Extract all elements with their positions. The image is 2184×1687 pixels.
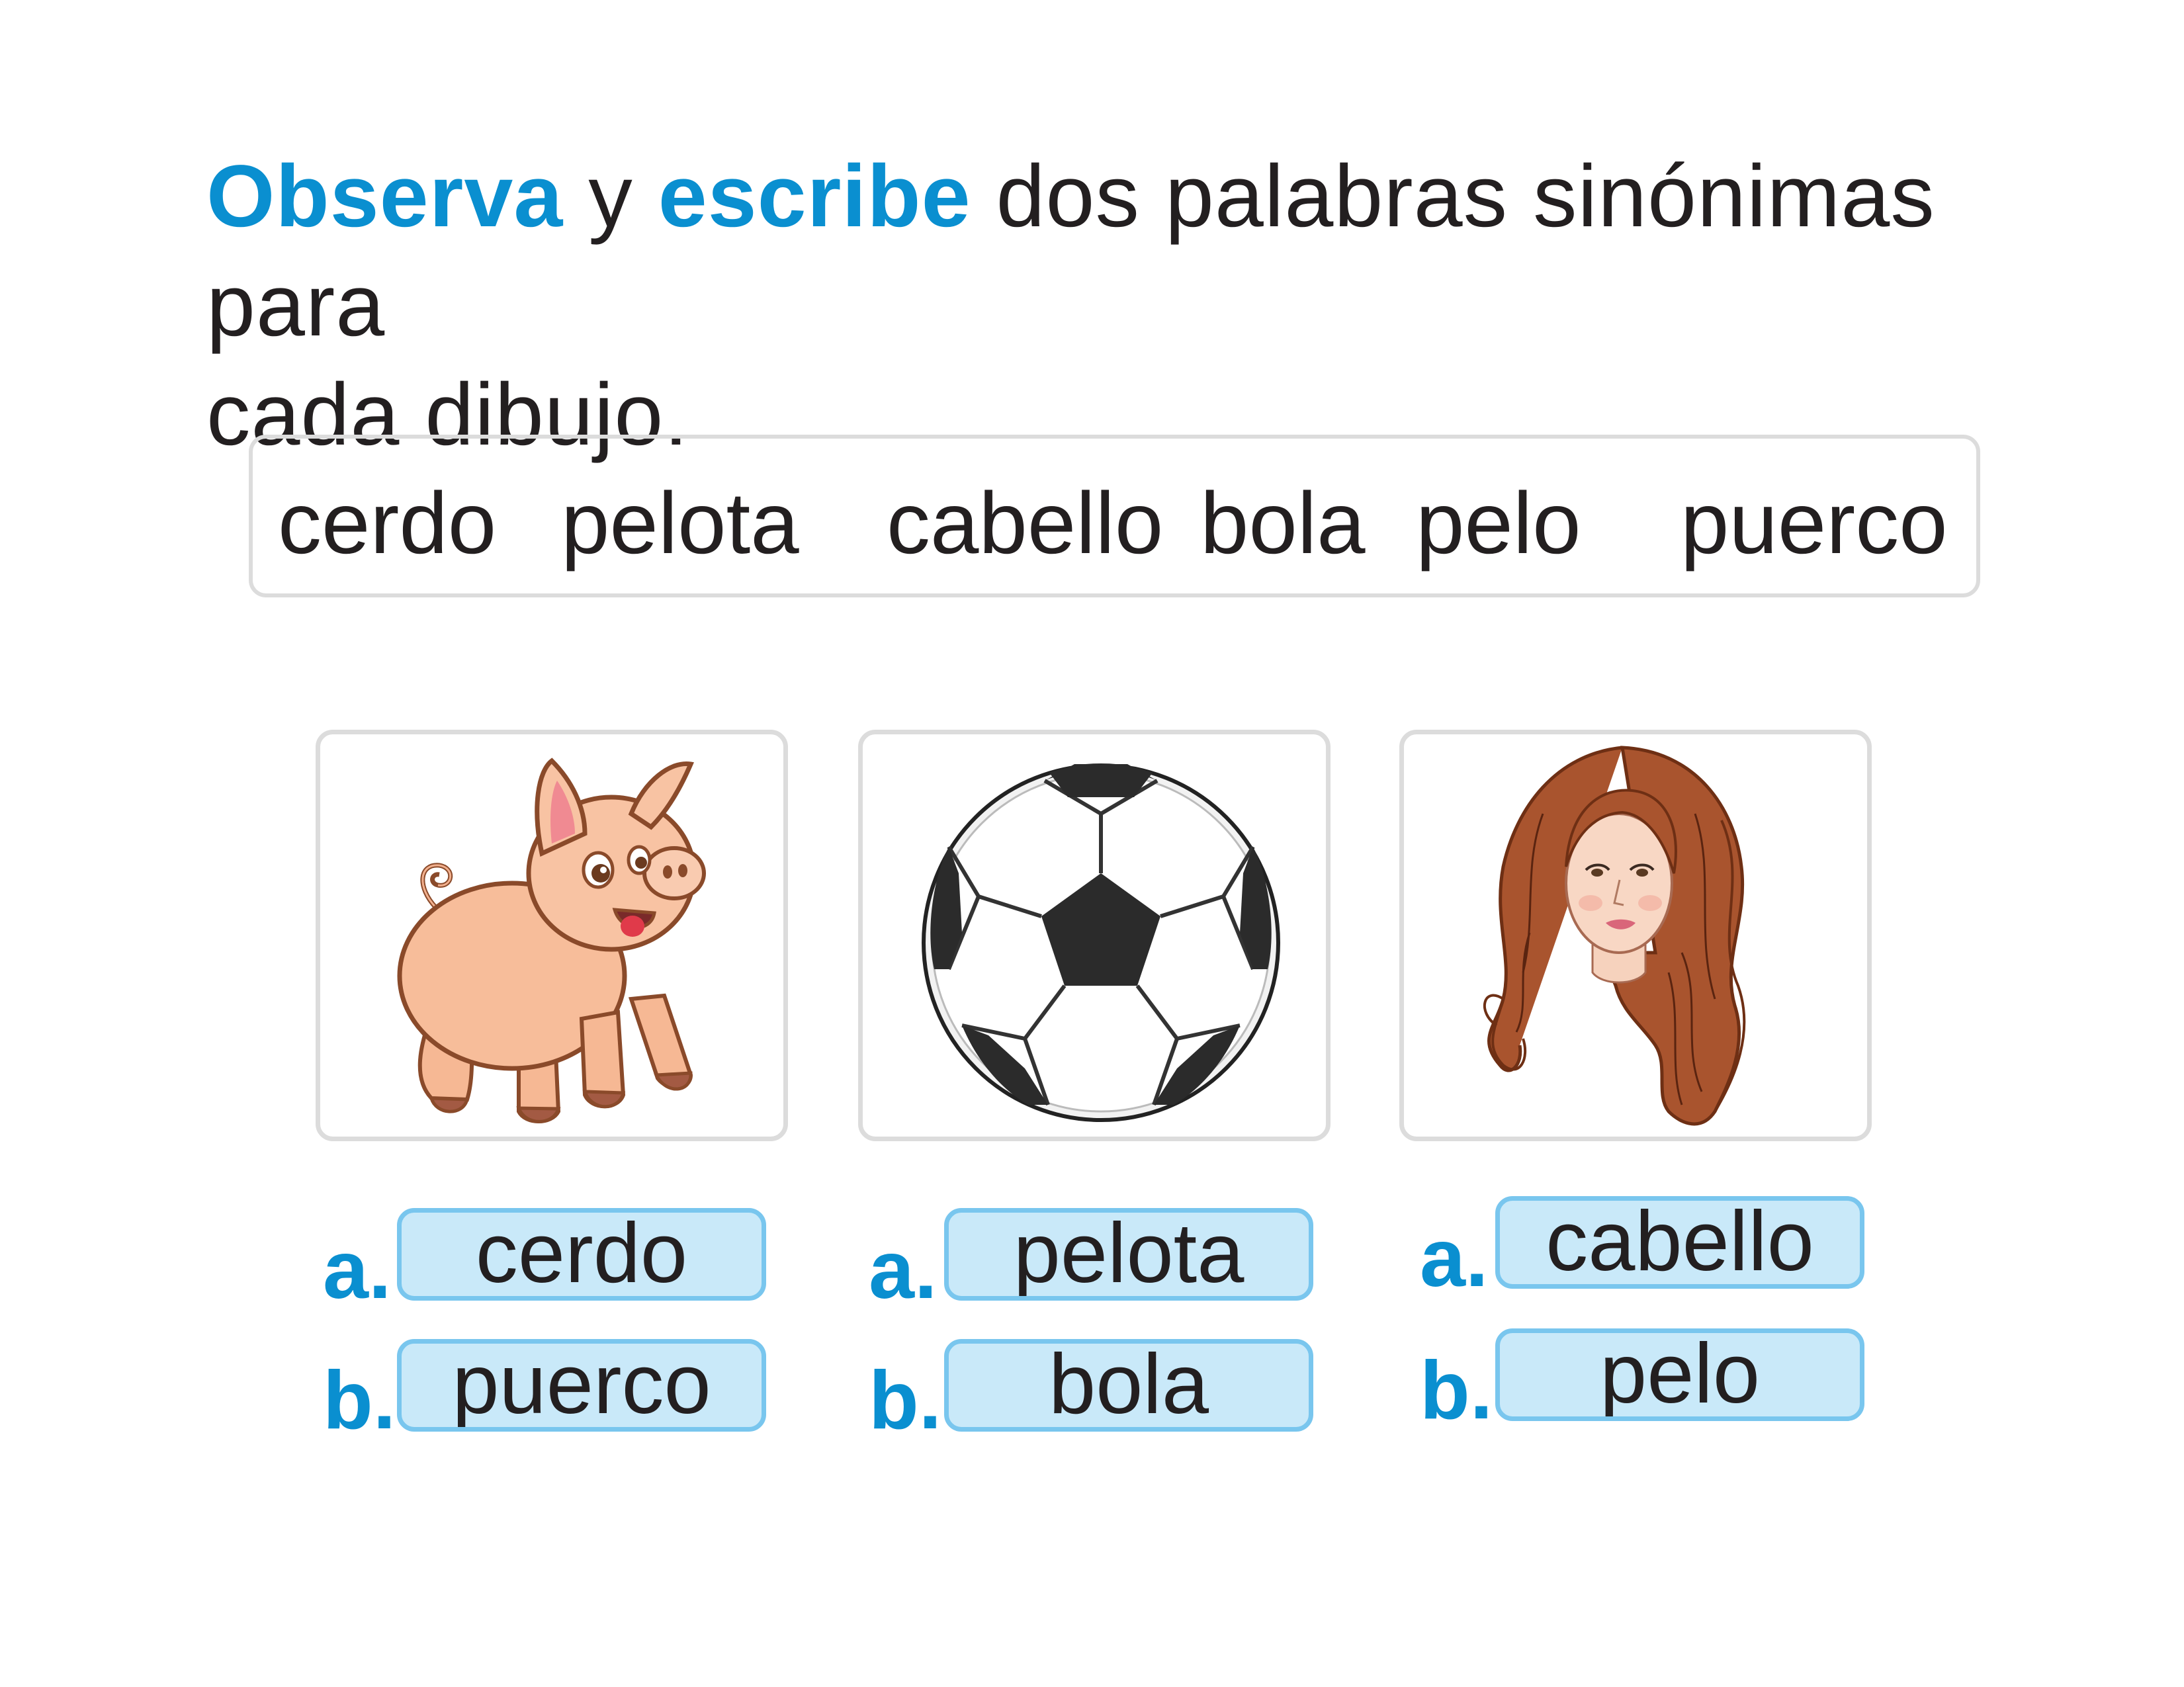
instruction-connector: y <box>563 148 658 245</box>
label-b: b. <box>869 1355 942 1446</box>
word-bank-item: cerdo <box>278 474 497 572</box>
word-bank-item: pelo <box>1416 474 1581 572</box>
label-a: a. <box>323 1225 392 1316</box>
answer-field-b[interactable]: bola <box>944 1339 1313 1432</box>
label-b: b. <box>1420 1345 1493 1436</box>
answer-field-a[interactable]: cerdo <box>397 1208 766 1301</box>
answer-field-b[interactable]: pelo <box>1495 1328 1864 1421</box>
soccer-ball-illustration <box>922 763 1280 1122</box>
answer-field-a[interactable]: cabello <box>1495 1196 1864 1289</box>
picture-card-ball <box>858 730 1331 1141</box>
word-bank-item: bola <box>1200 474 1366 572</box>
label-a: a. <box>1420 1213 1489 1304</box>
answer-field-b[interactable]: puerco <box>397 1339 766 1432</box>
pig-illustration <box>397 757 706 1123</box>
picture-card-pig <box>316 730 788 1141</box>
label-b: b. <box>323 1355 396 1446</box>
word-bank-item: cabello <box>887 474 1164 572</box>
woman-hair-illustration <box>1483 746 1746 1126</box>
instruction-text: Observa y escribe dos palabras sinónimas… <box>206 142 2059 470</box>
picture-card-hair <box>1399 730 1872 1141</box>
instruction-verb-escribe: escribe <box>658 148 971 245</box>
label-a: a. <box>869 1225 938 1316</box>
word-bank: cerdo pelota cabello bola pelo puerco <box>249 435 1980 597</box>
answer-field-a[interactable]: pelota <box>944 1208 1313 1301</box>
word-bank-item: puerco <box>1681 474 1948 572</box>
word-bank-item: pelota <box>561 474 799 572</box>
instruction-verb-observa: Observa <box>206 148 564 245</box>
